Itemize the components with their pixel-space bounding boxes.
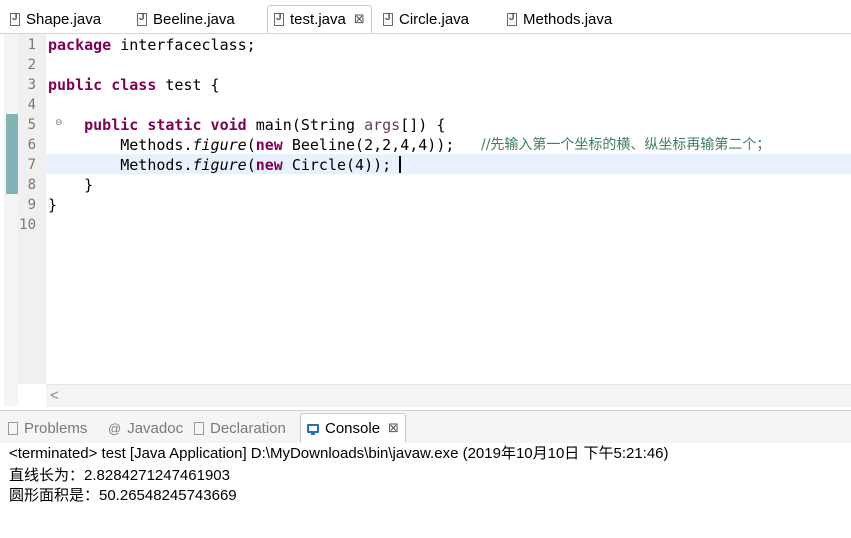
line-number: 9 [27,197,36,213]
java-file-icon [383,12,393,26]
problems-icon [8,421,18,435]
tab-beeline-java[interactable]: Beeline.java [137,6,235,32]
tab-javadoc[interactable]: @ Javadoc [108,418,183,438]
line-number: 4 [27,97,36,113]
console-header: <terminated> test [Java Application] D:\… [9,445,669,462]
tab-test-java[interactable]: test.java ⊠ [267,5,372,33]
view-tab-bar: Problems @ Javadoc Declaration Console ⊠ [0,410,851,444]
editor-tab-bar: Shape.java Beeline.java test.java ⊠ Circ… [0,0,851,34]
java-file-icon [274,12,284,26]
line-number: 7 [27,157,36,173]
close-icon[interactable]: ⊠ [354,11,365,27]
code-comment: //先输入第一个坐标的横、纵坐标再输第二个； [481,137,771,153]
tab-label: Methods.java [523,10,613,28]
line-number: 1 [27,37,36,53]
tab-console[interactable]: Console ⊠ [300,413,406,443]
line-number: 6 [27,137,36,153]
console-line: 直线长为：2.8284271247461903 [9,467,230,484]
tab-label: Console [325,419,381,437]
tab-shape-java[interactable]: Shape.java [10,6,101,32]
code-line: public class test { [48,76,220,94]
tab-label: Declaration [210,419,286,437]
code-line: package interfaceclass; [48,36,256,54]
line-number: 2 [27,57,36,73]
console-output[interactable]: <terminated> test [Java Application] D:\… [0,443,851,538]
tab-label: Problems [24,419,88,437]
line-number: 10 [19,217,36,233]
tab-circle-java[interactable]: Circle.java [383,6,469,32]
tab-label: Shape.java [26,10,102,28]
line-number: 5 [27,117,36,133]
java-file-icon [10,12,20,26]
tab-label: Beeline.java [153,10,235,28]
tab-problems[interactable]: Problems [8,418,87,438]
close-icon[interactable]: ⊠ [388,420,399,436]
line-number-gutter: 1 2 3 4 5 6 7 8 9 10 ⊖ [18,34,63,384]
java-file-icon [507,12,517,26]
tab-label: test.java [290,10,346,28]
line-number: 3 [27,77,36,93]
code-line: Methods.figure(new Circle(4)); [120,156,392,174]
code-line: } [48,196,58,214]
javadoc-icon: @ [108,420,122,436]
tab-declaration[interactable]: Declaration [194,418,286,438]
code-line: } [48,176,94,194]
console-line: 圆形面积是：50.26548245743669 [9,487,237,504]
tab-label: Circle.java [399,10,470,28]
declaration-icon [194,421,204,435]
console-icon [307,423,319,435]
text-caret [399,156,401,173]
line-number: 8 [27,177,36,193]
tab-methods-java[interactable]: Methods.java [507,6,612,32]
java-file-icon [137,12,147,26]
code-line: Methods.figure(new Beeline(2,2,4,4)); [120,136,455,154]
scroll-left-arrow-icon[interactable]: < [50,387,59,404]
horizontal-scrollbar[interactable]: < [46,384,851,407]
code-line: public static void main(String args[]) { [84,116,446,134]
tab-label: Javadoc [127,419,184,437]
